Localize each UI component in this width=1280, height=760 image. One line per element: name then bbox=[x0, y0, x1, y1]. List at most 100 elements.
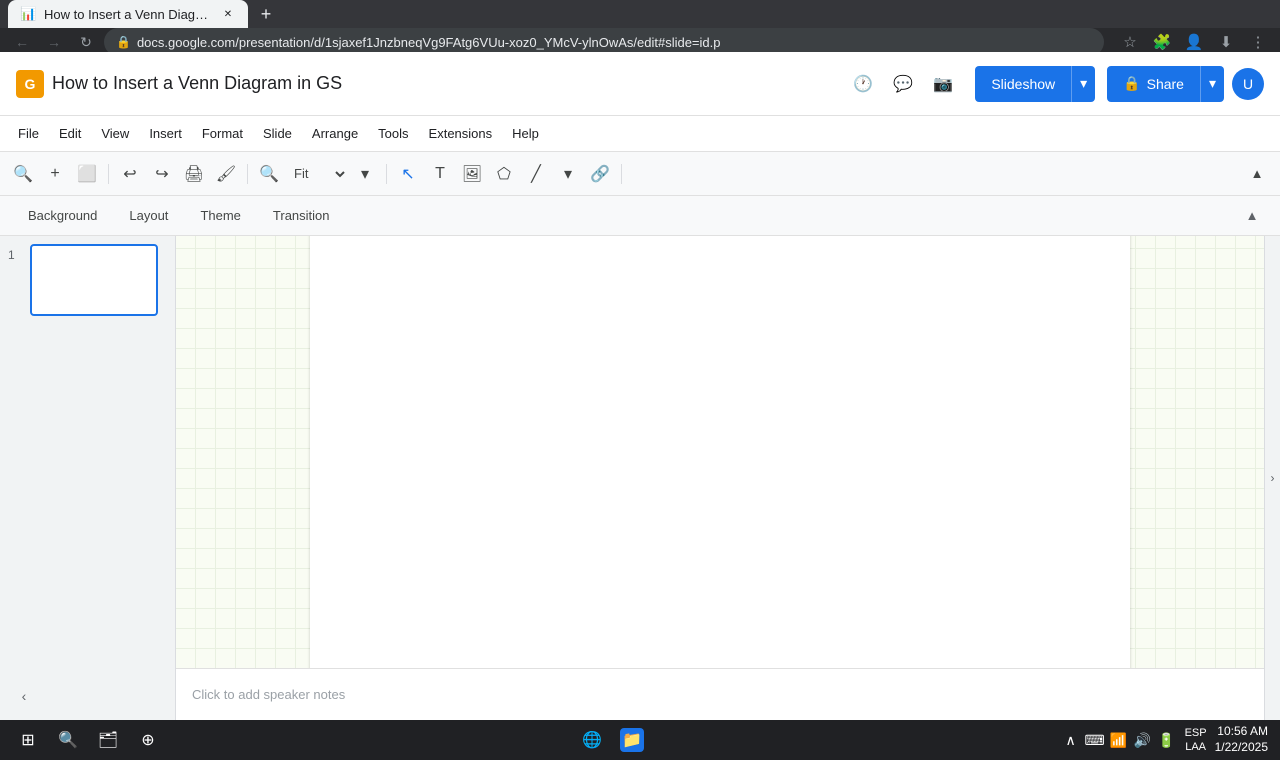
menu-file[interactable]: File bbox=[8, 122, 49, 145]
text-button[interactable]: T bbox=[425, 159, 455, 189]
taskbar-center: 🌐 📁 bbox=[176, 724, 1049, 756]
link-button[interactable]: 🔗 bbox=[585, 159, 615, 189]
files-taskbar-button[interactable]: 🗂 bbox=[92, 724, 124, 756]
menu-help[interactable]: Help bbox=[502, 122, 549, 145]
slide-toolbar: Background Layout Theme Transition ▲ bbox=[0, 196, 1280, 236]
apps-taskbar-button[interactable]: ⊕ bbox=[132, 724, 164, 756]
toolbar-separator-2 bbox=[247, 164, 248, 184]
slide-panel-spacer bbox=[8, 320, 167, 676]
notes-placeholder: Click to add speaker notes bbox=[192, 687, 345, 702]
taskbar-right: ∧ ⌨ 📶 🔊 🔋 ESP LAA 10:56 AM 1/22/2025 bbox=[1061, 724, 1268, 755]
app-logo-letter: G bbox=[25, 76, 36, 92]
slide-number-1: 1 bbox=[8, 248, 22, 262]
comment-button[interactable]: 💬 bbox=[887, 68, 919, 100]
tray-wifi-icon[interactable]: 📶 bbox=[1109, 730, 1129, 750]
print-button[interactable]: 🖨 bbox=[179, 159, 209, 189]
cursor-button[interactable]: ↖ bbox=[393, 159, 423, 189]
share-dropdown-button[interactable]: ▾ bbox=[1200, 66, 1224, 102]
explorer-taskbar-button[interactable]: 📁 bbox=[616, 724, 648, 756]
taskbar-left: ⊞ 🔍 🗂 ⊕ bbox=[12, 724, 164, 756]
app-title[interactable]: How to Insert a Venn Diagram in GS bbox=[52, 73, 839, 94]
history-button[interactable]: 🕐 bbox=[847, 68, 879, 100]
theme-button[interactable]: Theme bbox=[188, 204, 252, 227]
menu-format[interactable]: Format bbox=[192, 122, 253, 145]
toolbar-separator-4 bbox=[621, 164, 622, 184]
slideshow-group: Slideshow ▾ bbox=[975, 66, 1095, 102]
language-display: ESP LAA bbox=[1185, 726, 1207, 755]
meet-button[interactable]: 📷 bbox=[927, 68, 959, 100]
menu-view[interactable]: View bbox=[91, 122, 139, 145]
right-panel-toggle[interactable]: › bbox=[1264, 236, 1280, 720]
toolbar-separator-1 bbox=[108, 164, 109, 184]
start-button[interactable]: ⊞ bbox=[12, 724, 44, 756]
slide-panel: 1 ‹ bbox=[0, 236, 176, 720]
layout-button[interactable]: Layout bbox=[117, 204, 180, 227]
slide-canvas-area[interactable] bbox=[176, 236, 1264, 668]
menu-tools[interactable]: Tools bbox=[368, 122, 418, 145]
slide-panel-bottom: ‹ bbox=[8, 680, 167, 712]
time-display[interactable]: 10:56 AM 1/22/2025 bbox=[1215, 724, 1268, 755]
tray-keyboard-icon[interactable]: ⌨ bbox=[1085, 730, 1105, 750]
toolbar-separator-3 bbox=[386, 164, 387, 184]
slideshow-button[interactable]: Slideshow bbox=[975, 66, 1071, 102]
notes-area[interactable]: Click to add speaker notes bbox=[176, 668, 1264, 720]
slide-canvas-wrapper bbox=[310, 236, 1130, 668]
slide-thumbnail-item-1: 1 bbox=[8, 244, 167, 316]
tray-volume-icon[interactable]: 🔊 bbox=[1133, 730, 1153, 750]
start-icon: ⊞ bbox=[16, 728, 40, 752]
explorer-taskbar-icon: 📁 bbox=[620, 728, 644, 752]
search-button[interactable]: 🔍 bbox=[8, 159, 38, 189]
header-actions: 🕐 💬 📷 Slideshow ▾ 🔒 Share ▾ U bbox=[847, 66, 1264, 102]
new-tab-button[interactable]: + bbox=[252, 0, 280, 28]
paintformat-button[interactable]: 🖌 bbox=[211, 159, 241, 189]
main-slide-area: Click to add speaker notes bbox=[176, 236, 1264, 720]
zoom-in-button[interactable]: 🔍 bbox=[254, 159, 284, 189]
files-taskbar-icon: 🗂 bbox=[96, 728, 120, 752]
avatar[interactable]: U bbox=[1232, 68, 1264, 100]
slideshow-dropdown-button[interactable]: ▾ bbox=[1071, 66, 1095, 102]
workspace: 1 ‹ Click to add speaker notes › bbox=[0, 236, 1280, 720]
slide-thumbnail-1[interactable] bbox=[30, 244, 158, 316]
taskbar: ⊞ 🔍 🗂 ⊕ 🌐 📁 ∧ ⌨ 📶 🔊 🔋 ESP LAA 10:56 AM 1… bbox=[0, 720, 1280, 760]
right-panel-toggle-icon: › bbox=[1271, 471, 1275, 485]
browser-tabs: 📊 How to Insert a Venn Diagram ✕ + bbox=[0, 0, 1280, 28]
transition-button[interactable]: Transition bbox=[261, 204, 342, 227]
app-container: G How to Insert a Venn Diagram in GS 🕐 💬… bbox=[0, 52, 1280, 720]
redo-button[interactable]: ↪ bbox=[147, 159, 177, 189]
image-button[interactable]: 🖼 bbox=[457, 159, 487, 189]
browser-tab-active[interactable]: 📊 How to Insert a Venn Diagram ✕ bbox=[8, 0, 248, 28]
menu-insert[interactable]: Insert bbox=[139, 122, 192, 145]
add-button[interactable]: + bbox=[40, 159, 70, 189]
collapse-slide-toolbar-button[interactable]: ▲ bbox=[1240, 204, 1264, 228]
search-taskbar-icon: 🔍 bbox=[56, 728, 80, 752]
tab-favicon: 📊 bbox=[20, 6, 36, 22]
tab-title: How to Insert a Venn Diagram bbox=[44, 7, 212, 22]
zoom-select[interactable]: Fit 50% 75% 100% 125% 150% bbox=[286, 160, 348, 188]
background-button[interactable]: Background bbox=[16, 204, 109, 227]
search-taskbar-button[interactable]: 🔍 bbox=[52, 724, 84, 756]
menu-extensions[interactable]: Extensions bbox=[419, 122, 503, 145]
app-logo: G bbox=[16, 70, 44, 98]
tab-close-button[interactable]: ✕ bbox=[220, 6, 236, 22]
menu-edit[interactable]: Edit bbox=[49, 122, 91, 145]
zoom-dropdown-button[interactable]: ▾ bbox=[350, 159, 380, 189]
menu-slide[interactable]: Slide bbox=[253, 122, 302, 145]
share-button[interactable]: 🔒 Share bbox=[1107, 66, 1200, 102]
chrome-taskbar-icon: 🌐 bbox=[580, 728, 604, 752]
panel-toggle-button[interactable]: ‹ bbox=[12, 684, 36, 708]
chrome-taskbar-button[interactable]: 🌐 bbox=[576, 724, 608, 756]
tray-chevron-icon[interactable]: ∧ bbox=[1061, 730, 1081, 750]
menu-arrange[interactable]: Arrange bbox=[302, 122, 368, 145]
tray-battery-icon[interactable]: 🔋 bbox=[1157, 730, 1177, 750]
app-header: G How to Insert a Venn Diagram in GS 🕐 💬… bbox=[0, 52, 1280, 116]
collapse-toolbar-button[interactable]: ▲ bbox=[1242, 159, 1272, 189]
line-button[interactable]: ╱ bbox=[521, 159, 551, 189]
share-lock-icon: 🔒 bbox=[1123, 75, 1140, 92]
browser-chrome: 📊 How to Insert a Venn Diagram ✕ + ← → ↻… bbox=[0, 0, 1280, 52]
select-button[interactable]: ⬜ bbox=[72, 159, 102, 189]
lock-icon: 🔒 bbox=[116, 35, 131, 49]
line-dropdown[interactable]: ▾ bbox=[553, 159, 583, 189]
slide-canvas[interactable] bbox=[310, 236, 1130, 668]
shape-button[interactable]: ⬠ bbox=[489, 159, 519, 189]
undo-button[interactable]: ↩ bbox=[115, 159, 145, 189]
